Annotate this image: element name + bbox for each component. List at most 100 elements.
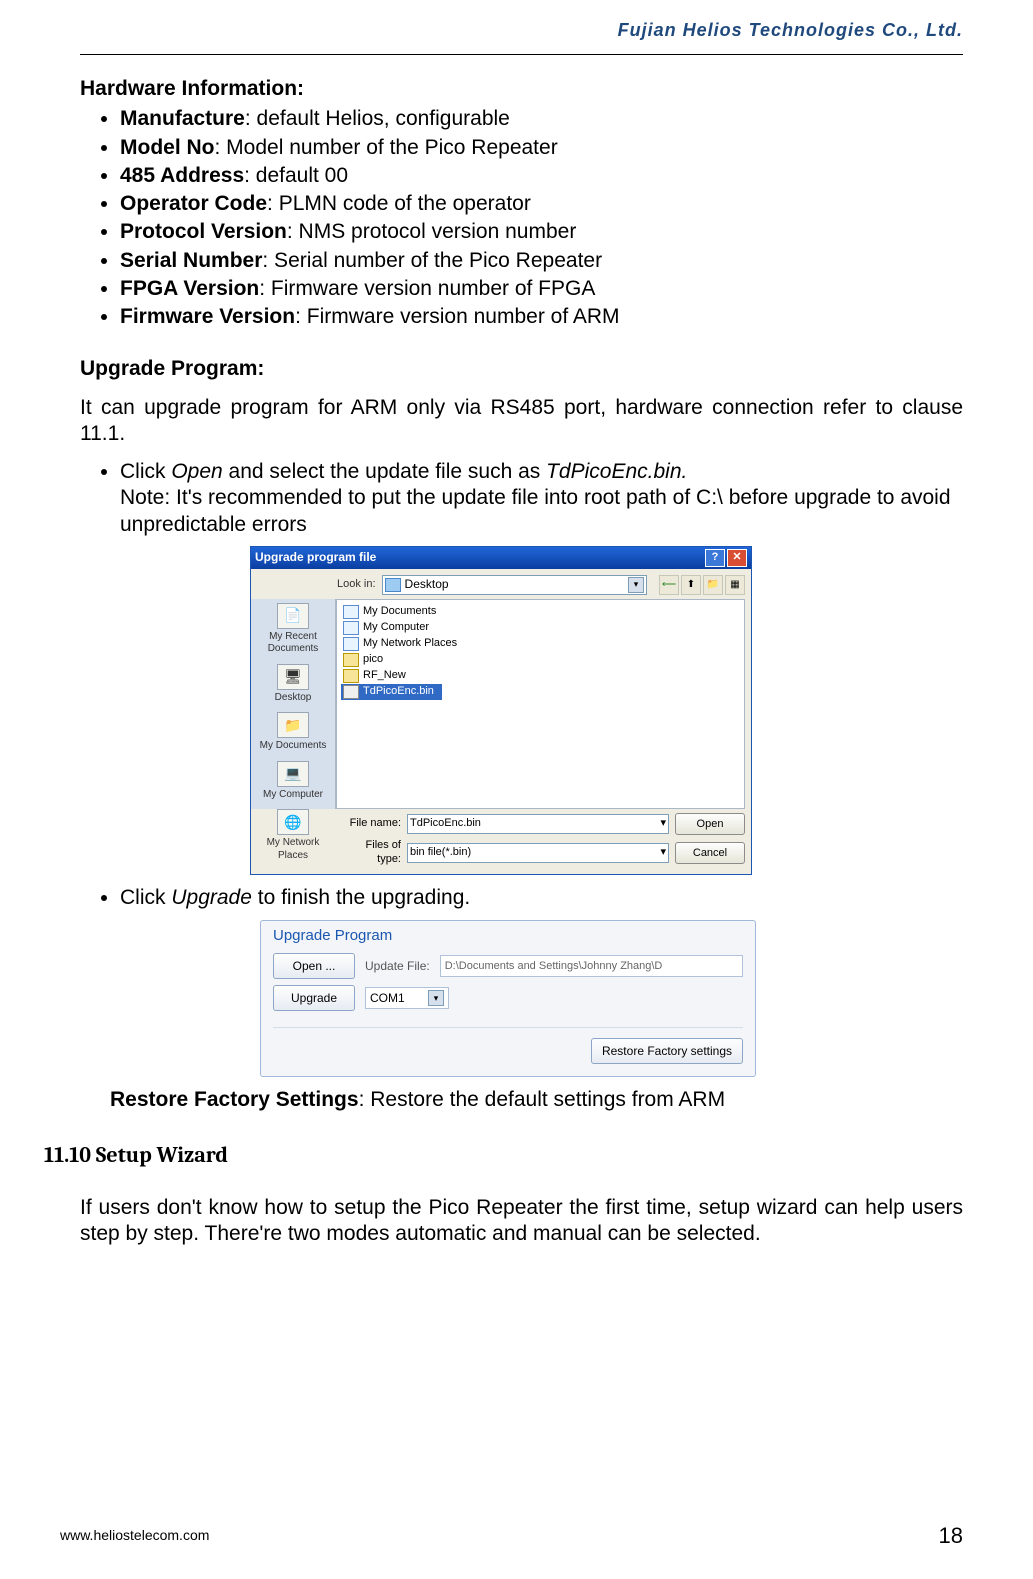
upgrade-steps-list-1: Click Open and select the update file su… <box>100 459 963 538</box>
hw-item-desc: : Firmware version number of FPGA <box>259 277 595 300</box>
computer-icon: 💻 <box>277 761 309 787</box>
hardware-info-list: Manufacture: default Helios, configurabl… <box>100 106 963 330</box>
update-file-label: Update File: <box>365 959 430 974</box>
hw-item-desc: : NMS protocol version number <box>287 220 576 243</box>
filetype-label: Files of type: <box>341 839 401 867</box>
file-name: My Network Places <box>363 637 457 651</box>
filetype-value: bin file(*.bin) <box>410 846 471 860</box>
view-menu-icon[interactable]: ▦ <box>725 575 745 595</box>
hw-item-desc: : PLMN code of the operator <box>267 192 531 215</box>
hw-item-desc: : default 00 <box>244 164 348 187</box>
place-label: My Documents <box>260 740 327 751</box>
place-recent[interactable]: 📄My Recent Documents <box>251 603 335 656</box>
hw-item-label: Firmware Version <box>120 305 295 328</box>
lookin-combo[interactable]: Desktop ▾ <box>382 575 647 595</box>
header-company: Fujian Helios Technologies Co., Ltd. <box>618 20 963 41</box>
filename-field[interactable]: TdPicoEnc.bin ▾ <box>407 814 669 834</box>
cancel-button[interactable]: Cancel <box>675 842 745 864</box>
list-item: Operator Code: PLMN code of the operator <box>120 191 963 217</box>
list-item: Firmware Version: Firmware version numbe… <box>120 304 963 330</box>
panel-title: Upgrade Program <box>273 927 743 946</box>
hw-item-desc: : Serial number of the Pico Repeater <box>262 249 602 272</box>
toolbar-icons: ⟵ ⬆ 📁 ▦ <box>659 575 745 595</box>
filename-text: TdPicoEnc.bin. <box>546 460 687 483</box>
open-text: Open <box>171 460 222 483</box>
footer-url: www.heliostelecom.com <box>60 1527 209 1543</box>
open-button[interactable]: Open <box>675 813 745 835</box>
hw-item-label: Operator Code <box>120 192 267 215</box>
text: Click <box>120 886 171 909</box>
list-item: Model No: Model number of the Pico Repea… <box>120 135 963 161</box>
file-list[interactable]: My Documents My Computer My Network Plac… <box>336 599 745 809</box>
upgrade-button[interactable]: Upgrade <box>273 985 355 1011</box>
new-folder-icon[interactable]: 📁 <box>703 575 723 595</box>
lookin-value: Desktop <box>405 577 449 592</box>
file-item[interactable]: My Documents <box>341 604 740 620</box>
places-bar: 📄My Recent Documents 🖥Desktop 📁 My Docume… <box>251 599 336 809</box>
file-item[interactable]: My Network Places <box>341 636 740 652</box>
upgrade-program-title: Upgrade Program: <box>80 356 963 382</box>
header-rule <box>80 54 963 55</box>
chevron-down-icon[interactable]: ▾ <box>428 990 444 1006</box>
update-file-field[interactable]: D:\Documents and Settings\Johnny Zhang\D <box>440 955 743 977</box>
upgrade-text: Upgrade <box>171 886 252 909</box>
open-button[interactable]: Open ... <box>273 953 355 979</box>
com-value: COM1 <box>370 991 405 1006</box>
documents-icon: 📁 <box>277 712 309 738</box>
list-item: Click Open and select the update file su… <box>120 459 963 538</box>
hw-item-desc: : default Helios, configurable <box>245 107 510 130</box>
filename-value: TdPicoEnc.bin <box>410 817 481 831</box>
file-item-selected[interactable]: TdPicoEnc.bin <box>341 684 442 700</box>
desktop-icon: 🖥 <box>277 664 309 690</box>
list-item: 485 Address: default 00 <box>120 163 963 189</box>
chevron-down-icon[interactable]: ▾ <box>660 846 666 860</box>
chevron-down-icon[interactable]: ▾ <box>628 577 644 593</box>
file-name: My Computer <box>363 621 429 635</box>
file-icon <box>343 685 359 699</box>
restore-label: Restore Factory Settings <box>110 1088 359 1111</box>
restore-factory-desc: Restore Factory Settings: Restore the de… <box>110 1087 963 1113</box>
hw-item-label: FPGA Version <box>120 277 259 300</box>
open-file-dialog: Upgrade program file ? ✕ Look in: Deskto… <box>250 546 752 876</box>
place-computer[interactable]: 💻My Computer <box>251 761 335 802</box>
place-documents[interactable]: 📁 My Documents <box>251 712 335 753</box>
file-name: RF_New <box>363 669 406 683</box>
restore-factory-button[interactable]: Restore Factory settings <box>591 1038 743 1064</box>
dialog-titlebar: Upgrade program file ? ✕ <box>251 547 751 569</box>
upgrade-program-panel: Upgrade Program Open ... Update File: D:… <box>260 920 756 1078</box>
list-item: FPGA Version: Firmware version number of… <box>120 276 963 302</box>
back-icon[interactable]: ⟵ <box>659 575 679 595</box>
dialog-title: Upgrade program file <box>255 550 376 565</box>
up-icon[interactable]: ⬆ <box>681 575 701 595</box>
file-item[interactable]: My Computer <box>341 620 740 636</box>
upgrade-intro: It can upgrade program for ARM only via … <box>80 395 963 448</box>
upgrade-note: Note: It's recommended to put the update… <box>120 485 963 538</box>
close-button[interactable]: ✕ <box>727 549 747 567</box>
place-label: My Recent Documents <box>268 631 319 655</box>
folder-icon <box>343 637 359 651</box>
hardware-info-title: Hardware Information: <box>80 76 963 102</box>
hw-item-label: Protocol Version <box>120 220 287 243</box>
text: and select the update file such as <box>223 460 546 483</box>
page-number: 18 <box>939 1523 963 1549</box>
list-item: Manufacture: default Helios, configurabl… <box>120 106 963 132</box>
folder-icon <box>343 605 359 619</box>
list-item: Click Upgrade to finish the upgrading. <box>120 885 963 911</box>
file-item[interactable]: RF_New <box>341 668 740 684</box>
recent-icon: 📄 <box>277 603 309 629</box>
setup-wizard-heading: 11.10 Setup Wizard <box>44 1142 963 1170</box>
place-desktop[interactable]: 🖥Desktop <box>251 664 335 705</box>
filename-label: File name: <box>341 817 401 831</box>
help-button[interactable]: ? <box>705 549 725 567</box>
desktop-icon <box>385 578 401 592</box>
chevron-down-icon[interactable]: ▾ <box>660 817 666 831</box>
file-name: TdPicoEnc.bin <box>363 685 434 699</box>
restore-desc: : Restore the default settings from ARM <box>359 1088 726 1111</box>
folder-icon <box>343 621 359 635</box>
upgrade-steps-list-2: Click Upgrade to finish the upgrading. <box>100 885 963 911</box>
lookin-label: Look in: <box>337 578 376 592</box>
file-item[interactable]: pico <box>341 652 740 668</box>
hw-item-label: Serial Number <box>120 249 262 272</box>
filetype-field[interactable]: bin file(*.bin) ▾ <box>407 843 669 863</box>
com-port-select[interactable]: COM1 ▾ <box>365 987 449 1009</box>
